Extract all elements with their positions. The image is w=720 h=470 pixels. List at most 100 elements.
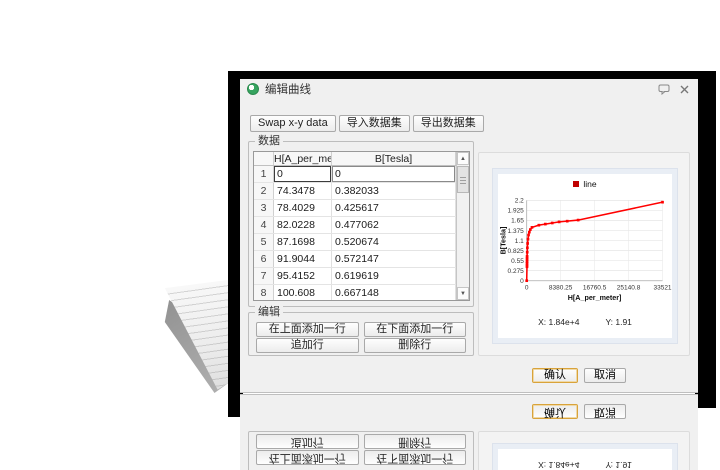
cell-h-value[interactable]: 100.608 — [274, 285, 332, 301]
edit-curve-dialog: 编辑曲线 Swap x-y data 导入数据集 导出数据集 数据 — [240, 394, 698, 470]
scrollbar-thumb[interactable] — [457, 166, 469, 193]
scrollbar-down-button[interactable]: ▼ — [457, 287, 469, 300]
row-number[interactable]: 5 — [254, 234, 274, 250]
delete-row-button[interactable]: 删除行 — [364, 338, 467, 353]
append-row-button: 追加行 — [256, 434, 359, 449]
table-row: 795.41520.619619 — [254, 268, 469, 285]
svg-text:8380.25: 8380.25 — [549, 284, 573, 291]
corner-header-cell — [254, 152, 274, 165]
cursor-y-readout: Y: 1.91 — [605, 460, 631, 470]
dialog-titlebar[interactable]: 编辑曲线 — [240, 79, 698, 99]
close-icon[interactable] — [679, 84, 691, 95]
cell-h-value[interactable]: 0 — [274, 166, 332, 182]
table-row: 274.34780.382033 — [254, 183, 469, 200]
scrollbar-up-button[interactable]: ▲ — [457, 152, 469, 165]
dialog-shadow-backdrop-left — [228, 393, 243, 417]
svg-text:33521: 33521 — [653, 284, 671, 291]
help-comment-icon[interactable] — [658, 84, 670, 95]
svg-text:25140.8: 25140.8 — [617, 284, 641, 291]
edit-group-label: 编辑 — [255, 306, 283, 318]
cancel-button: 取消 — [584, 404, 626, 419]
cell-b-value[interactable]: 0.667148 — [332, 285, 456, 301]
cell-h-value[interactable]: 87.1698 — [274, 234, 332, 250]
chart-card: line 00.2750.550.8251.11.3751.651.9252.2… — [492, 168, 678, 344]
table-row: 482.02280.477062 — [254, 217, 469, 234]
export-dataset-button[interactable]: 导出数据集 — [413, 115, 484, 132]
legend-series-marker-icon — [573, 181, 579, 187]
cell-b-value[interactable]: 0.520674 — [332, 234, 456, 250]
delete-row-button: 删除行 — [364, 434, 467, 449]
cell-b-value[interactable]: 0.425617 — [332, 200, 456, 216]
table-scrollbar[interactable]: ▲ ▼ — [456, 152, 469, 300]
column-header-b[interactable]: B[Tesla] — [332, 152, 456, 165]
add-row-above-button[interactable]: 在上面添加一行 — [256, 322, 359, 337]
edit-group: 编辑 在上面添加一行 在下面添加一行 追加行 删除行 — [248, 312, 474, 356]
data-group-label: 数据 — [255, 135, 283, 147]
cell-h-value[interactable]: 91.9044 — [274, 251, 332, 267]
edit-curve-dialog: 编辑曲线 Swap x-y data 导入数据集 导出数据集 数据 — [240, 79, 698, 393]
cell-h-value[interactable]: 78.4029 — [274, 200, 332, 216]
svg-text:0: 0 — [520, 278, 524, 285]
svg-text:B[Tesla]: B[Tesla] — [500, 227, 508, 255]
row-number[interactable]: 8 — [254, 285, 274, 301]
cell-h-value[interactable]: 95.4152 — [274, 268, 332, 284]
legend-series-label: line — [583, 179, 596, 189]
bh-curve-chart[interactable]: 00.2750.550.8251.11.3751.651.9252.208380… — [498, 190, 674, 314]
svg-text:1.925: 1.925 — [508, 208, 525, 215]
row-number[interactable]: 3 — [254, 200, 274, 216]
chart-plot-area[interactable]: line 00.2750.550.8251.11.3751.651.9252.2… — [498, 174, 672, 338]
row-number[interactable]: 6 — [254, 251, 274, 267]
confirm-button: 确认 — [532, 404, 578, 419]
cell-b-value[interactable]: 0 — [332, 166, 456, 182]
row-number[interactable]: 7 — [254, 268, 274, 284]
chart-panel: line 00.2750.550.8251.11.3751.651.9252.2… — [478, 152, 690, 356]
chart-plot-area: line 00.2750.550.8251.11.3751.651.9252.2… — [498, 449, 672, 470]
page-canvas: 编辑曲线 Swap x-y data 导入数据集 导出数据集 数据 — [0, 0, 720, 470]
edit-group: 编辑 在上面添加一行 在下面添加一行 追加行 删除行 — [248, 431, 474, 470]
svg-text:0: 0 — [525, 284, 529, 291]
cell-h-value[interactable]: 74.3478 — [274, 183, 332, 199]
swap-xy-button[interactable]: Swap x-y data — [250, 115, 336, 132]
table-row: 378.40290.425617 — [254, 200, 469, 217]
row-number[interactable]: 2 — [254, 183, 274, 199]
svg-text:1.65: 1.65 — [511, 218, 524, 225]
edit-buttons: 在上面添加一行 在下面添加一行 追加行 删除行 — [256, 322, 466, 351]
svg-text:2.2: 2.2 — [515, 198, 524, 205]
cell-b-value[interactable]: 0.382033 — [332, 183, 456, 199]
add-row-below-button[interactable]: 在下面添加一行 — [364, 322, 467, 337]
chart-panel: line 00.2750.550.8251.11.3751.651.9252.2… — [478, 431, 690, 470]
column-header-h[interactable]: H[A_per_meter] — [274, 152, 332, 165]
table-row: 100 — [254, 166, 469, 183]
row-number[interactable]: 4 — [254, 217, 274, 233]
row-number[interactable]: 1 — [254, 166, 274, 182]
dialog-shadow-backdrop-right — [695, 393, 716, 408]
table-row: 8100.6080.667148 — [254, 285, 469, 301]
add-row-above-button: 在上面添加一行 — [256, 450, 359, 465]
cursor-x-readout: X: 1.84e+4 — [538, 317, 579, 327]
svg-text:0.275: 0.275 — [508, 268, 525, 275]
svg-text:0.825: 0.825 — [508, 248, 525, 255]
table-header-row: H[A_per_meter] B[Tesla] — [254, 152, 469, 166]
app-logo-icon — [247, 83, 259, 95]
svg-text:16760.5: 16760.5 — [583, 284, 607, 291]
cell-h-value[interactable]: 82.0228 — [274, 217, 332, 233]
svg-text:1.375: 1.375 — [508, 228, 525, 235]
data-group: 数据 H[A_per_meter] B[Tesla] 100274.34780.… — [248, 141, 474, 307]
cursor-x-readout: X: 1.84e+4 — [538, 460, 579, 470]
append-row-button[interactable]: 追加行 — [256, 338, 359, 353]
add-row-below-button: 在下面添加一行 — [364, 450, 467, 465]
dialog-reflection: 编辑曲线 Swap x-y data 导入数据集 导出数据集 数据 — [240, 394, 698, 470]
data-table: H[A_per_meter] B[Tesla] 100274.34780.382… — [253, 151, 470, 301]
cursor-y-readout: Y: 1.91 — [605, 317, 631, 327]
cancel-button[interactable]: 取消 — [584, 368, 626, 383]
svg-text:H[A_per_meter]: H[A_per_meter] — [568, 294, 622, 302]
cell-b-value[interactable]: 0.619619 — [332, 268, 456, 284]
table-row: 587.16980.520674 — [254, 234, 469, 251]
confirm-button[interactable]: 确认 — [532, 368, 578, 383]
cell-b-value[interactable]: 0.477062 — [332, 217, 456, 233]
cell-b-value[interactable]: 0.572147 — [332, 251, 456, 267]
dialog-toolbar: Swap x-y data 导入数据集 导出数据集 — [250, 115, 484, 132]
table-body: 100274.34780.382033378.40290.425617482.0… — [254, 166, 469, 301]
edit-buttons: 在上面添加一行 在下面添加一行 追加行 删除行 — [256, 436, 466, 465]
import-dataset-button[interactable]: 导入数据集 — [339, 115, 410, 132]
